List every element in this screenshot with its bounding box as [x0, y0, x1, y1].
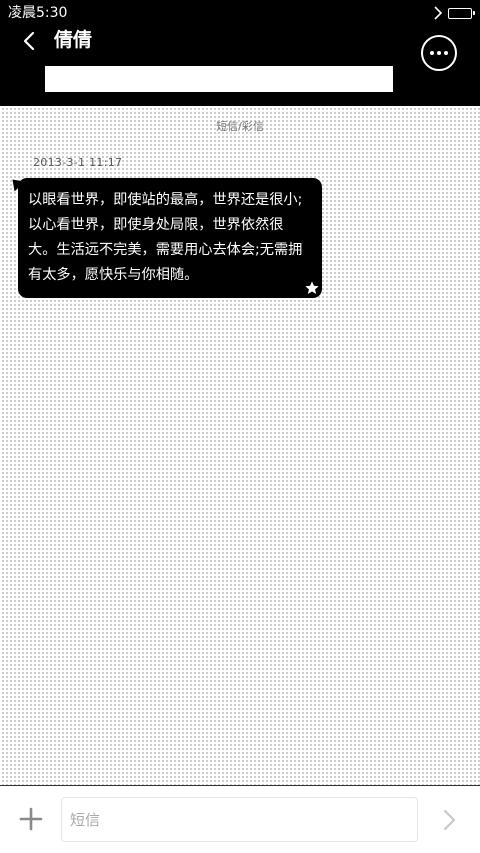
star-icon[interactable]: [304, 280, 320, 296]
recipient-input[interactable]: [45, 66, 393, 92]
more-dot-icon: [437, 51, 441, 55]
message-input[interactable]: [61, 797, 418, 842]
message-timestamp: 2013-3-1 11:17: [33, 156, 123, 169]
chevron-right-icon[interactable]: [438, 808, 460, 832]
message-type-label: 短信/彩信: [216, 120, 264, 133]
more-options-button[interactable]: [421, 35, 457, 71]
back-button[interactable]: [14, 26, 44, 56]
header-bar: 凌晨5:30 倩倩: [0, 0, 480, 106]
message-text: 以眼看世界，即使站的最高，世界还是很小;以心看世界，即使身处局限，世界依然很大。…: [28, 192, 303, 283]
status-time: 凌晨5:30: [8, 5, 68, 21]
plus-icon[interactable]: [18, 806, 44, 832]
more-dot-icon: [430, 51, 434, 55]
contact-name: 倩倩: [54, 29, 93, 51]
composer-bar: [0, 785, 480, 853]
bubble-tail: [7, 174, 25, 192]
battery-icon: [448, 7, 475, 19]
message-bubble[interactable]: 以眼看世界，即使站的最高，世界还是很小;以心看世界，即使身处局限，世界依然很大。…: [7, 174, 322, 298]
chevron-left-icon: [23, 31, 35, 51]
status-icons: [434, 5, 475, 21]
conversation-area[interactable]: 短信/彩信 2013-3-1 11:17 以眼看世界，即使站的最高，世界还是很小…: [0, 106, 480, 785]
location-arrow-icon: [434, 6, 442, 20]
more-dot-icon: [444, 51, 448, 55]
